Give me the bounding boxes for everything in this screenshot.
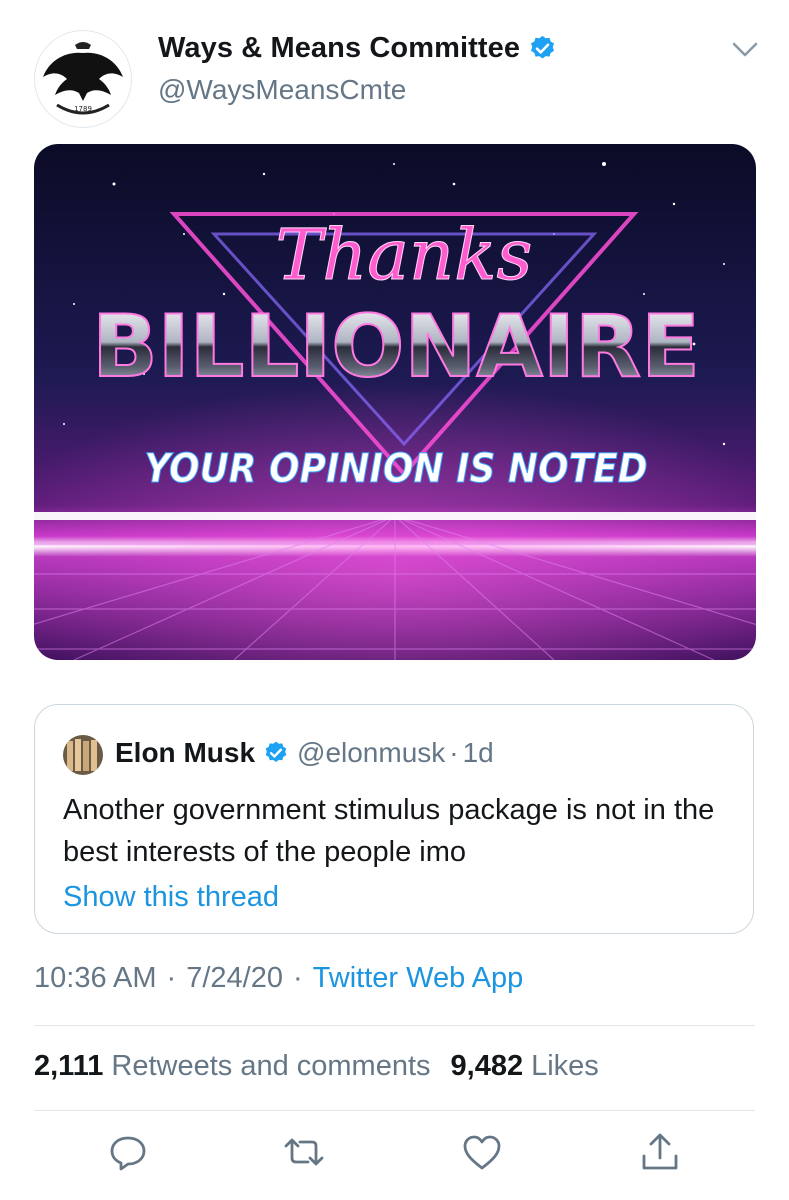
image-text-thanks: Thanks xyxy=(276,214,533,296)
author-name[interactable]: Ways & Means Committee xyxy=(158,32,520,65)
svg-text:1789: 1789 xyxy=(74,105,92,113)
verified-badge-icon xyxy=(265,741,287,762)
tweet-date: 7/24/20 xyxy=(186,962,283,994)
likes-count[interactable]: 9,482 xyxy=(451,1050,524,1083)
tweet-time: 10:36 AM xyxy=(34,962,157,994)
tweet-meta: 10:36 AM · 7/24/20 · Twitter Web App xyxy=(34,962,523,995)
tweet-stats: 2,111 Retweets and comments 9,482 Likes xyxy=(34,1050,599,1083)
divider xyxy=(34,1110,755,1111)
quoted-name[interactable]: Elon Musk xyxy=(115,737,255,769)
quoted-avatar[interactable] xyxy=(63,735,103,775)
retweet-icon xyxy=(284,1138,324,1166)
quoted-header: Elon Musk @elonmusk · 1d xyxy=(115,737,494,769)
retweet-button[interactable] xyxy=(282,1130,326,1174)
tweet-source-link[interactable]: Twitter Web App xyxy=(313,962,524,995)
quoted-handle[interactable]: @elonmusk xyxy=(297,737,445,769)
quoted-time: 1d xyxy=(462,737,494,768)
chevron-down-icon[interactable] xyxy=(731,40,759,60)
image-text-opinion: YOUR OPINION IS NOTED xyxy=(144,446,647,492)
reply-button[interactable] xyxy=(106,1130,150,1174)
retweets-label[interactable]: Retweets and comments xyxy=(111,1050,430,1083)
eagle-seal-icon: 1789 xyxy=(37,33,129,125)
tweet-image[interactable]: Thanks BILLIONAIRE YOUR OPINION IS NOTED xyxy=(34,144,756,660)
likes-label[interactable]: Likes xyxy=(531,1050,599,1083)
share-button[interactable] xyxy=(638,1130,682,1174)
like-button[interactable] xyxy=(460,1130,504,1174)
image-text-billionaire: BILLIONAIRE xyxy=(92,297,700,397)
action-bar xyxy=(0,1130,789,1180)
quoted-text: Another government stimulus package is n… xyxy=(63,794,715,868)
verified-badge-icon xyxy=(531,35,555,59)
quoted-separator: · xyxy=(449,737,459,768)
divider xyxy=(34,1025,755,1026)
quoted-tweet[interactable]: Elon Musk @elonmusk · 1d Another governm… xyxy=(34,704,754,934)
reply-icon xyxy=(110,1136,146,1171)
author-handle[interactable]: @WaysMeansCmte xyxy=(158,74,406,106)
meta-separator: · xyxy=(292,962,303,994)
share-icon xyxy=(642,1133,678,1170)
meta-separator: · xyxy=(166,962,177,994)
author-avatar[interactable]: 1789 xyxy=(34,30,132,128)
retweets-count[interactable]: 2,111 xyxy=(34,1050,103,1083)
like-icon xyxy=(463,1135,501,1170)
show-thread-link[interactable]: Show this thread xyxy=(63,881,279,914)
author-name-row[interactable]: Ways & Means Committee xyxy=(158,32,557,65)
